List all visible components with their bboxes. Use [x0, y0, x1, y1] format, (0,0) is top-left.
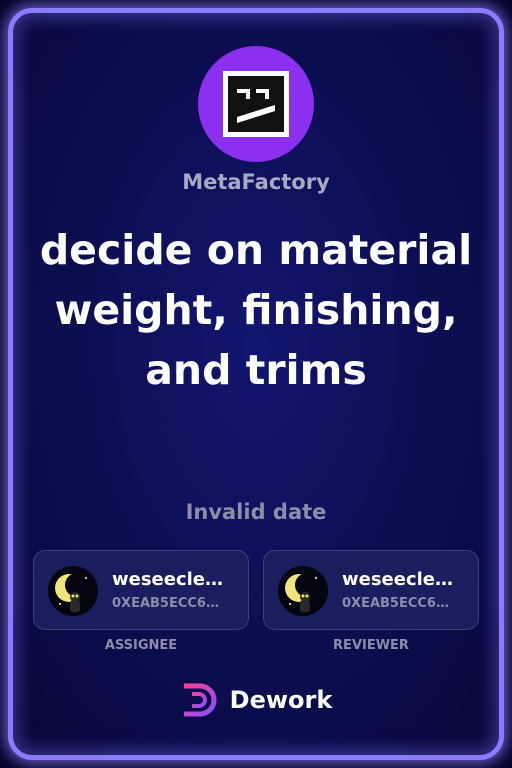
robot-face-icon — [223, 71, 289, 137]
task-title: decide on material weight, finishing, an… — [39, 226, 473, 394]
dework-logo-icon — [183, 683, 217, 717]
moon-avatar-icon — [48, 566, 98, 616]
brand-footer[interactable]: Dework — [0, 680, 512, 720]
assignee-address: 0XEAB5ECC6… — [112, 596, 219, 611]
reviewer-role-label: REVIEWER — [333, 638, 409, 653]
reviewer-name: weseecle… — [342, 569, 454, 590]
moon-avatar-icon — [278, 566, 328, 616]
brand-name: Dework — [229, 686, 333, 714]
assignee-name: weseecle… — [112, 569, 224, 590]
organization-name[interactable]: MetaFactory — [0, 170, 512, 194]
task-date: Invalid date — [185, 500, 327, 524]
reviewer-card[interactable]: weseecle… 0XEAB5ECC6… — [263, 550, 479, 630]
reviewer-avatar — [278, 566, 328, 616]
organization-logo — [198, 46, 314, 162]
assignee-role-label: ASSIGNEE — [104, 638, 178, 653]
assignee-avatar — [48, 566, 98, 616]
assignee-card[interactable]: weseecle… 0XEAB5ECC6… — [33, 550, 249, 630]
reviewer-address: 0XEAB5ECC6… — [342, 596, 449, 611]
